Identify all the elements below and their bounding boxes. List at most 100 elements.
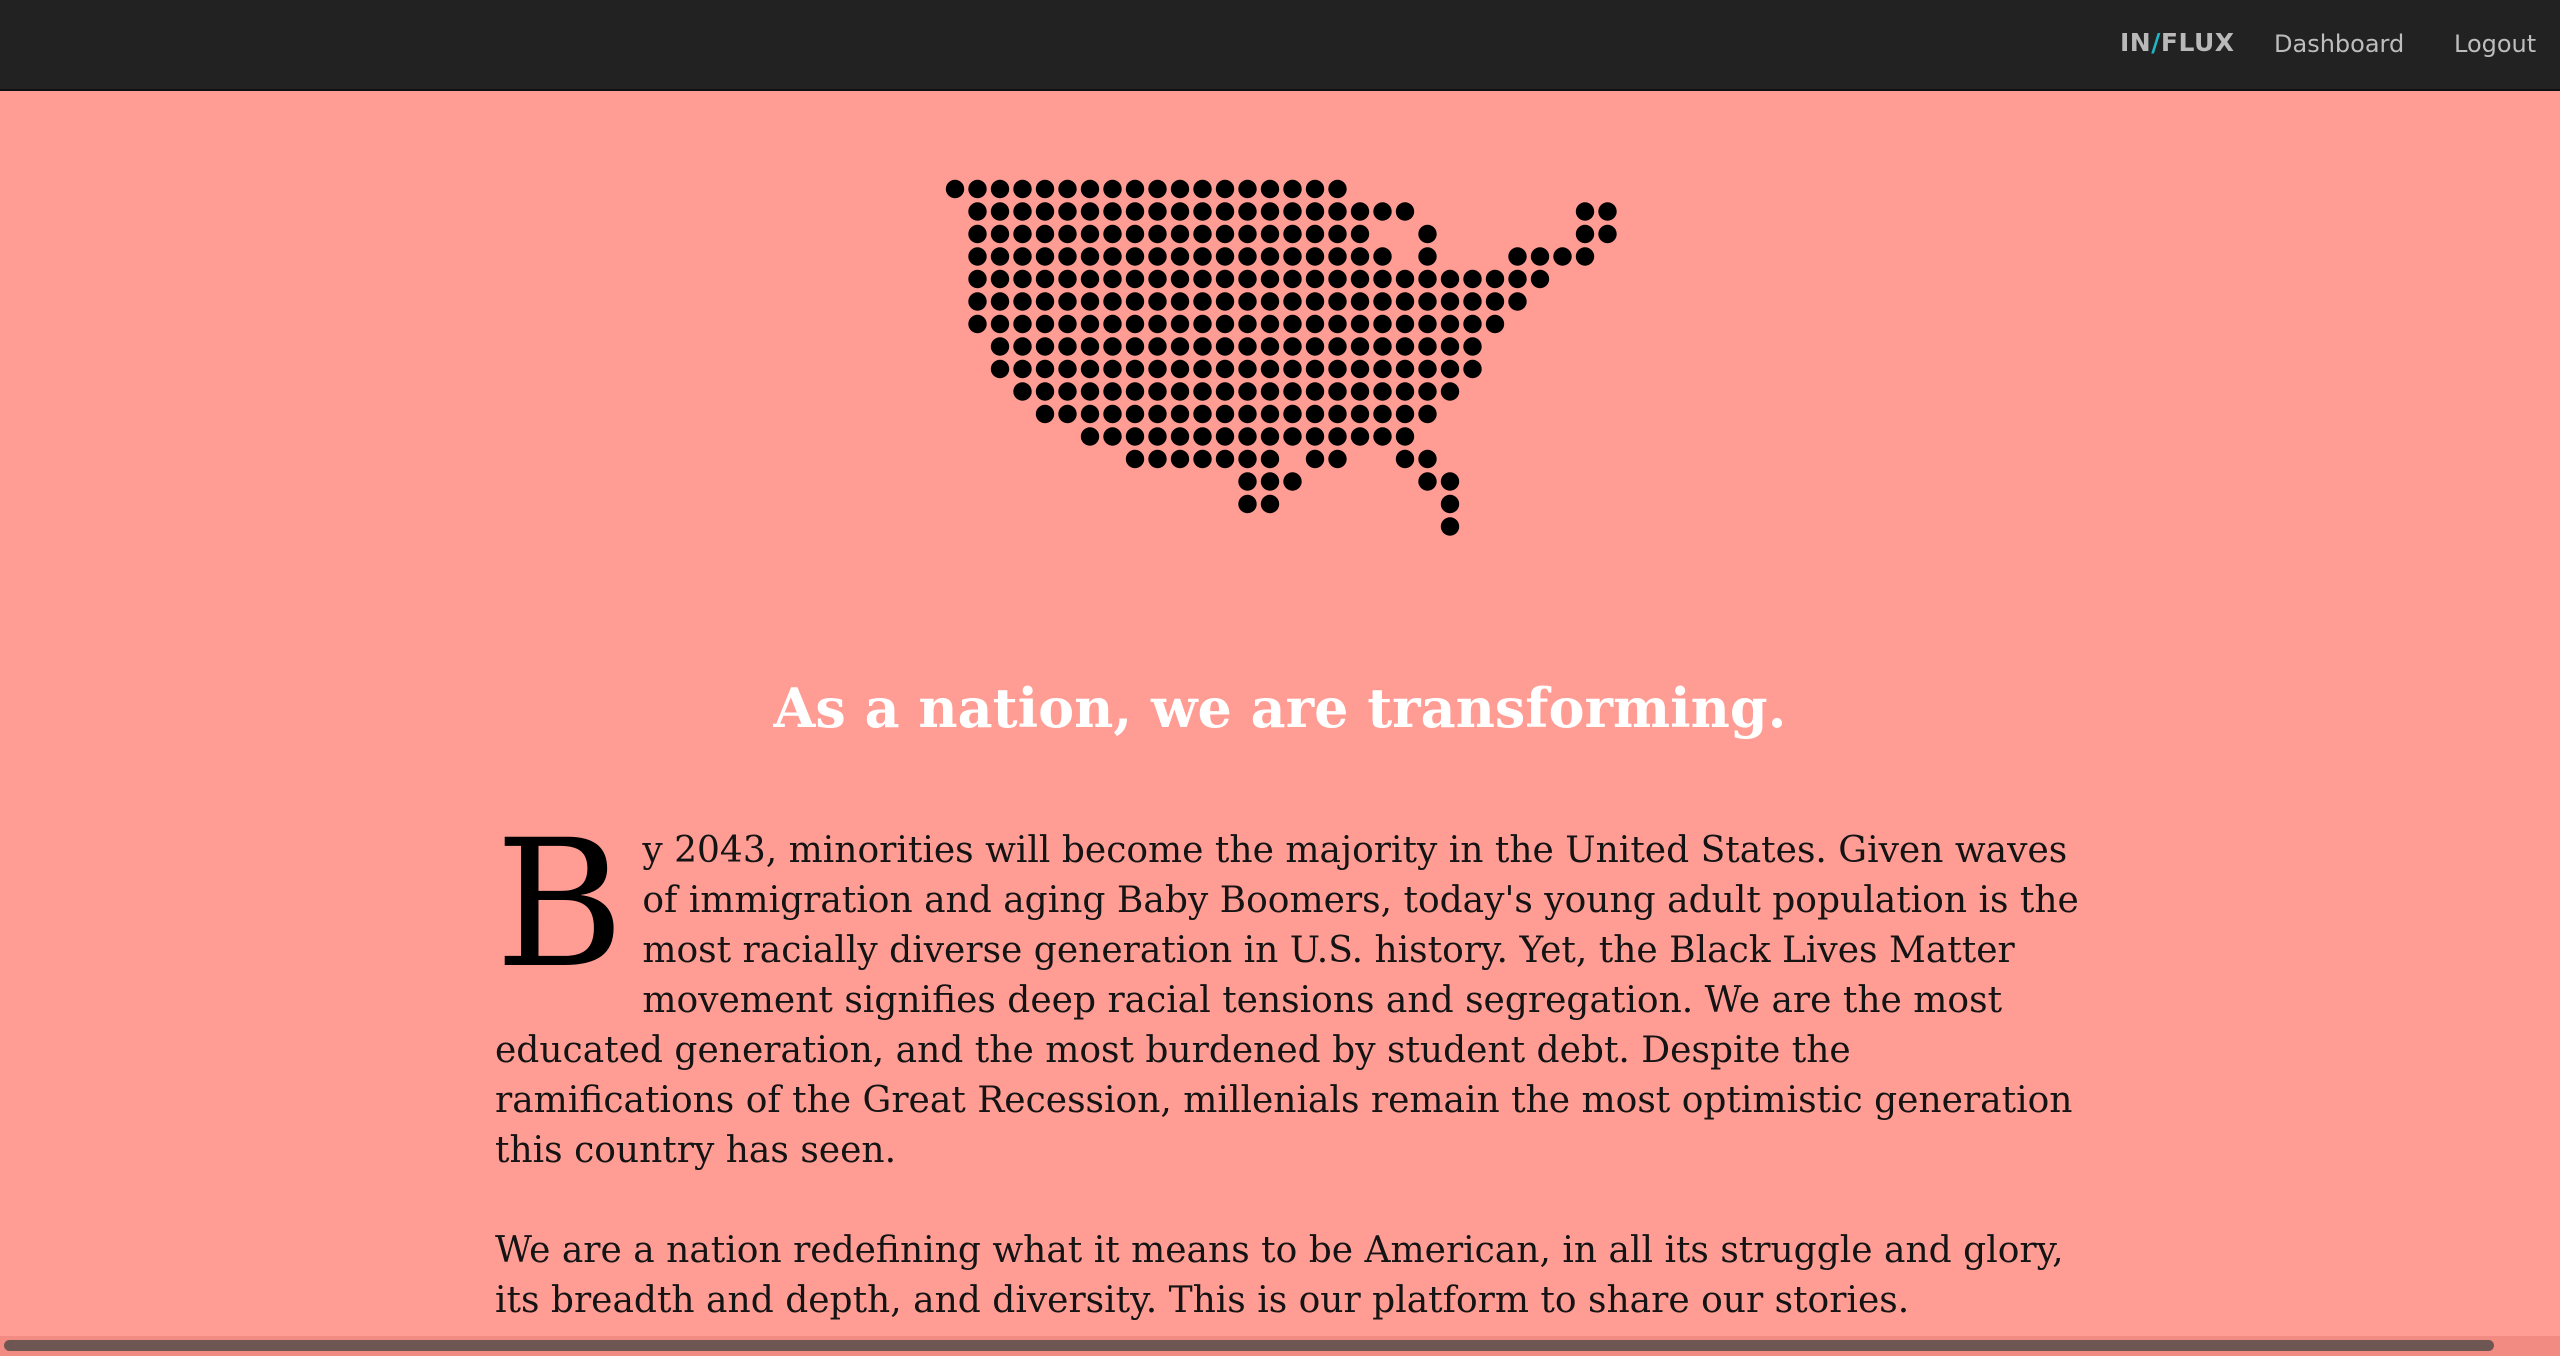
map-dot [1148, 247, 1167, 266]
map-dot [1125, 269, 1145, 289]
map-dot [1463, 292, 1482, 311]
map-dot [1508, 247, 1527, 266]
map-dot [1283, 292, 1302, 311]
map-dot [1148, 449, 1167, 469]
map-dot [1598, 202, 1617, 221]
intro-paragraph-1-text: y 2043, minorities will become the major… [495, 830, 2079, 1171]
map-dot [1485, 269, 1505, 289]
map-dot [1215, 269, 1235, 289]
map-dot [1103, 224, 1122, 244]
map-dot [1373, 247, 1392, 266]
map-dot [1013, 314, 1032, 334]
map-dot [1530, 247, 1550, 266]
map-dot [1440, 359, 1460, 379]
map-dot [1350, 224, 1370, 244]
map-dot [1148, 337, 1167, 356]
map-dot [1193, 292, 1212, 311]
map-dot [1440, 337, 1460, 356]
map-dot [1035, 404, 1055, 424]
map-dot [1418, 404, 1437, 424]
map-dot [1395, 269, 1415, 289]
map-dot [1283, 404, 1302, 424]
map-dot [1058, 224, 1077, 244]
map-dot [1058, 179, 1077, 199]
map-dot [1170, 449, 1190, 469]
map-dot [1238, 314, 1257, 334]
map-dot [1215, 292, 1235, 311]
map-dot [1350, 337, 1370, 356]
map-dot [1193, 427, 1212, 446]
map-dot [1193, 382, 1212, 401]
map-dot [1193, 224, 1212, 244]
map-dot [1148, 427, 1167, 446]
map-dot [1058, 382, 1077, 401]
map-dot [1508, 292, 1527, 311]
map-dot [1013, 247, 1032, 266]
map-dot [1013, 292, 1032, 311]
map-dot [1125, 179, 1145, 199]
map-dot [1440, 494, 1460, 514]
map-dot [1103, 404, 1122, 424]
map-dot [1305, 449, 1325, 469]
map-dot [1305, 202, 1325, 221]
map-dot [968, 179, 987, 199]
map-dot [1215, 449, 1235, 469]
map-dot [1013, 382, 1032, 401]
map-dot [1283, 247, 1302, 266]
map-dot [1125, 359, 1145, 379]
map-dot [990, 359, 1010, 379]
map-dot [1328, 359, 1347, 379]
map-dot [1170, 382, 1190, 401]
map-dot [1350, 427, 1370, 446]
map-dot [1125, 202, 1145, 221]
map-dot [1463, 337, 1482, 356]
map-dot [968, 269, 987, 289]
map-dot [1283, 314, 1302, 334]
map-dot [1305, 292, 1325, 311]
map-dot [1170, 202, 1190, 221]
map-dot [1215, 224, 1235, 244]
map-dot [1013, 224, 1032, 244]
map-dot [1283, 427, 1302, 446]
map-dot [1328, 449, 1347, 469]
map-dot [1305, 224, 1325, 244]
map-dot [1260, 404, 1280, 424]
map-dot [1193, 449, 1212, 469]
map-dot [1193, 269, 1212, 289]
intro-paragraph-2: We are a nation redefining what it means… [495, 1230, 2064, 1321]
map-dot [1193, 359, 1212, 379]
map-dot [1418, 449, 1437, 469]
map-dot [1260, 247, 1280, 266]
map-dot [1080, 427, 1100, 446]
map-dot [1080, 269, 1100, 289]
map-dot [1035, 292, 1055, 311]
map-dot [1238, 292, 1257, 311]
map-dot [1418, 292, 1437, 311]
map-dot [1418, 247, 1437, 266]
scrollbar-thumb[interactable] [4, 1340, 2494, 1351]
map-dot [1080, 404, 1100, 424]
map-dot [945, 179, 965, 199]
horizontal-scrollbar[interactable] [0, 1336, 2560, 1356]
map-dot [1395, 449, 1415, 469]
map-dot [1148, 404, 1167, 424]
map-dot [990, 224, 1010, 244]
map-dot [1373, 269, 1392, 289]
map-dot [1238, 449, 1257, 469]
map-dot [990, 247, 1010, 266]
map-dot [1260, 359, 1280, 379]
map-dot [1373, 404, 1392, 424]
map-dot [1328, 269, 1347, 289]
map-dot [1125, 404, 1145, 424]
map-dot [1148, 292, 1167, 311]
map-dot [1215, 427, 1235, 446]
map-dot [1350, 359, 1370, 379]
map-dot [1463, 359, 1482, 379]
map-dot [1598, 224, 1617, 244]
map-dot [1215, 202, 1235, 221]
map-dot [1305, 314, 1325, 334]
map-dot [1058, 292, 1077, 311]
map-dot [1283, 269, 1302, 289]
map-dot [1013, 202, 1032, 221]
map-dot [1418, 337, 1437, 356]
